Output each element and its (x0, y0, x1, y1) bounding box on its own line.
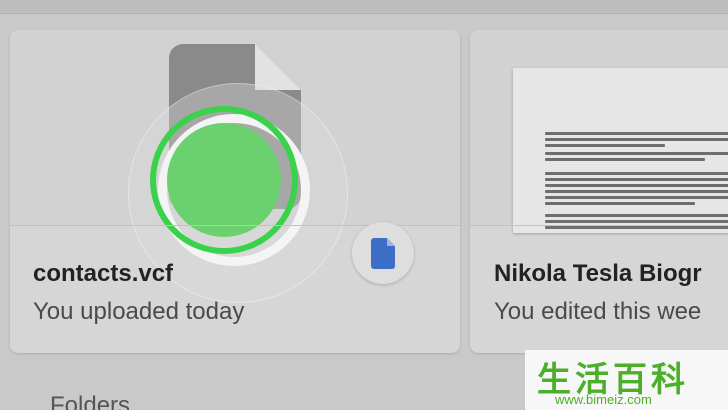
file-card-contacts[interactable]: contacts.vcf You uploaded today (10, 30, 460, 353)
file-name: Nikola Tesla Biogr (494, 260, 702, 287)
preview-text-line (545, 132, 728, 135)
preview-text-line (545, 202, 695, 205)
preview-text-line (545, 214, 728, 217)
preview-text-line (545, 220, 728, 223)
card-divider (470, 225, 728, 226)
file-type-badge (352, 222, 414, 284)
preview-text-line (545, 144, 665, 147)
preview-text-line (545, 184, 728, 187)
preview-text-line (545, 178, 728, 181)
preview-text-line (545, 196, 728, 199)
top-app-bar (0, 0, 728, 14)
preview-text-line (545, 226, 728, 229)
watermark-url: www.bimeiz.com (555, 392, 652, 407)
google-docs-icon (371, 237, 395, 269)
file-thumbnail (10, 30, 460, 303)
file-activity: You uploaded today (33, 298, 245, 325)
preview-text-line (545, 158, 705, 161)
document-preview (513, 68, 728, 233)
file-thumbnail (470, 30, 728, 233)
preview-text-line (545, 190, 728, 193)
file-name: contacts.vcf (33, 260, 174, 287)
section-heading-folders: Folders (50, 392, 131, 410)
tap-indicator-dot (167, 123, 281, 237)
preview-text-line (545, 152, 728, 155)
watermark-logo: 生活百科 www.bimeiz.com (525, 350, 728, 410)
preview-text-line (545, 138, 728, 141)
file-card-tesla[interactable]: Nikola Tesla Biogr You edited this wee (470, 30, 728, 353)
file-activity: You edited this wee (494, 298, 702, 325)
preview-text-line (545, 172, 728, 175)
